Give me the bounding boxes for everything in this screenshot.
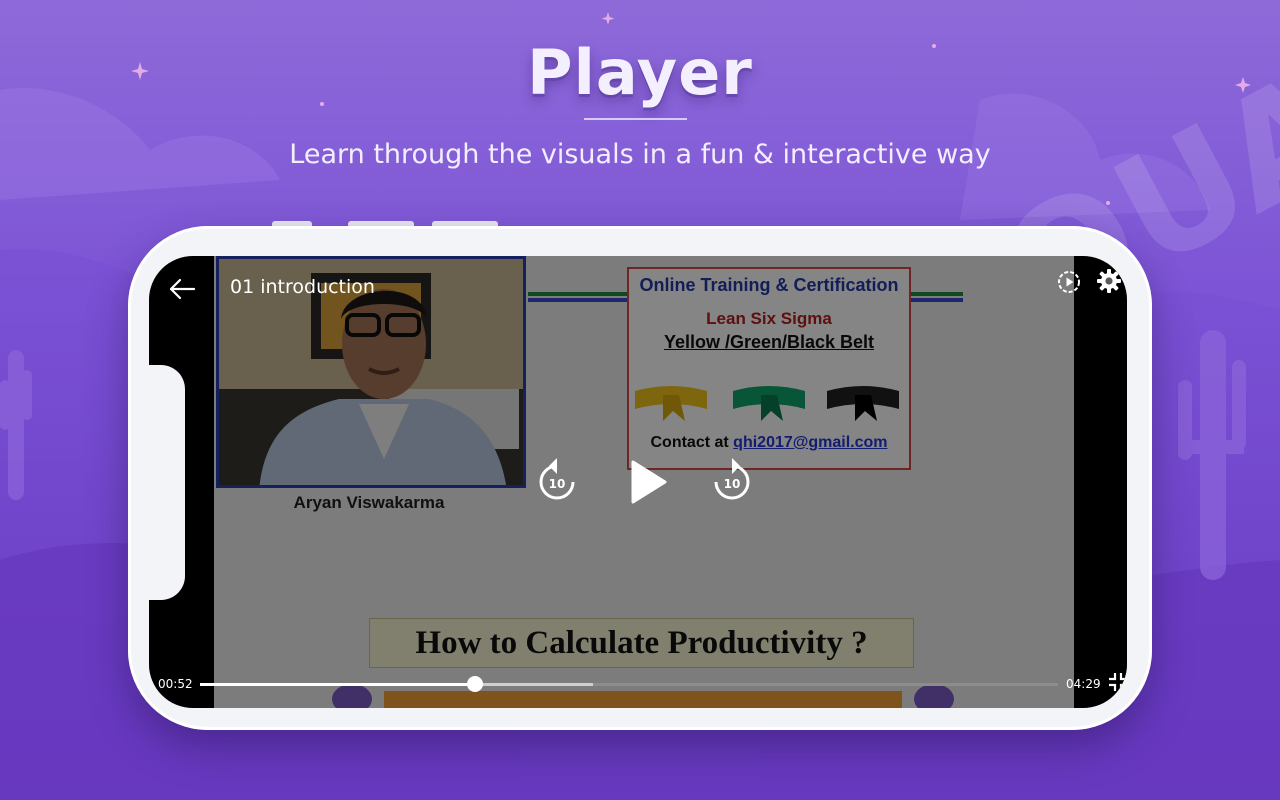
seek-bar[interactable] [200,676,1058,692]
video-title: 01 introduction [230,276,375,298]
play-circle-icon[interactable] [1057,270,1081,294]
phone-notch [149,365,185,600]
forward-10-button[interactable]: 10 [710,456,754,508]
forward-10-icon: 10 [714,458,750,500]
video-player-screen[interactable]: Aryan Viswakarma Online Training & Certi… [149,256,1127,708]
skip-back-label: 10 [549,477,566,491]
gear-icon[interactable] [1096,268,1122,294]
total-duration: 04:29 [1066,677,1101,691]
arrow-left-icon[interactable] [167,274,197,304]
skip-forward-label: 10 [724,477,741,491]
current-time: 00:52 [158,677,193,691]
rewind-10-button[interactable]: 10 [535,456,579,508]
fullscreen-exit-icon[interactable] [1107,671,1127,693]
play-icon [631,460,667,504]
promo-tagline: Learn through the visuals in a fun & int… [289,139,991,170]
seek-thumb[interactable] [466,676,483,692]
replay-10-icon: 10 [539,458,575,500]
promo-headline: Player [527,36,753,109]
played-range [200,683,475,686]
play-button[interactable] [629,458,669,506]
headline-divider [584,118,687,120]
